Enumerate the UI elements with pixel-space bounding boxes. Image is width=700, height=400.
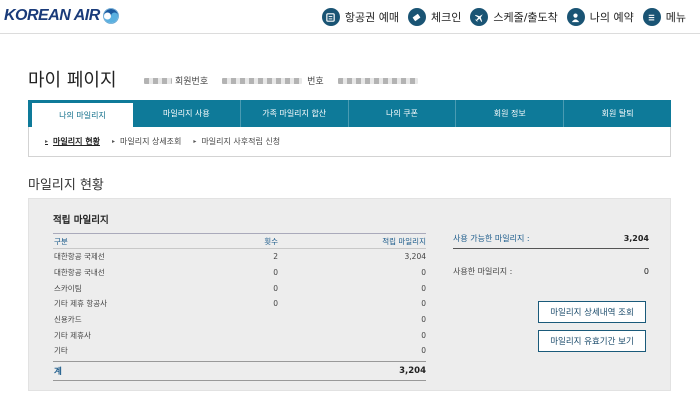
table-header: 구분 횟수 적립 마일리지 — [53, 233, 426, 249]
cell-mileage: 3,204 — [404, 252, 426, 262]
mileage-summary: 사용 가능한 마일리지 : 3,204 사용한 마일리지 : 0 — [453, 229, 649, 281]
table-total-row: 계 3,204 — [53, 360, 426, 381]
cell-category: 대한항공 국내선 — [54, 268, 105, 278]
nav-schedule[interactable]: 스케줄/출도착 — [470, 8, 558, 26]
redacted-member-no — [222, 77, 303, 84]
site-header: KOREAN AIR 항공권 예매 체크인 스케줄/출도착 나의 예약 메뉴 — [0, 0, 700, 34]
subtab-label: 마일리지 현황 — [53, 137, 100, 146]
nav-booking-label: 항공권 예매 — [344, 11, 399, 24]
cell-mileage: 0 — [421, 330, 426, 340]
cell-category: 기타 — [54, 346, 68, 356]
bullet-icon: ▸ — [111, 138, 115, 145]
cell-mileage: 0 — [421, 268, 426, 278]
tab-member-info[interactable]: 회원 정보 — [456, 100, 565, 127]
table-row: 기타 제휴사 0 — [53, 327, 426, 343]
mileage-validity-button[interactable]: 마일리지 유효기간 보기 — [538, 330, 646, 352]
number-label: 번호 — [307, 77, 324, 87]
cell-mileage: 0 — [421, 299, 426, 309]
cell-count: 0 — [273, 283, 278, 293]
korean-air-logo[interactable]: KOREAN AIR — [4, 6, 119, 26]
bullet-icon: ▸ — [193, 138, 197, 145]
subtab-mileage-detail[interactable]: ▸ 마일리지 상세조회 — [112, 136, 181, 147]
total-value: 3,204 — [399, 365, 426, 376]
top-navigation: 항공권 예매 체크인 스케줄/출도착 나의 예약 메뉴 — [313, 6, 686, 28]
redacted-name — [144, 77, 172, 84]
cell-category: 대한항공 국제선 — [54, 252, 105, 262]
table-row: 신용카드 0 — [53, 312, 426, 328]
col-count: 횟수 — [264, 236, 278, 246]
col-mileage: 적립 마일리지 — [382, 236, 426, 246]
tab-family-mileage[interactable]: 가족 마일리지 합산 — [241, 100, 349, 127]
taeguk-logo-icon — [102, 8, 119, 24]
nav-checkin-label: 체크인 — [430, 11, 462, 24]
member-info: 회원번호 번호 — [144, 74, 418, 87]
used-label: 사용한 마일리지 : — [453, 266, 513, 276]
nav-my-reservation[interactable]: 나의 예약 — [566, 8, 634, 26]
subtab-retro-claim[interactable]: ▸ 마일리지 사후적립 신청 — [193, 136, 280, 147]
bullet-icon: ▸ — [45, 138, 49, 145]
cell-category: 기타 제휴 항공사 — [54, 299, 108, 309]
col-category: 구분 — [54, 236, 68, 246]
used-mileage: 사용한 마일리지 : 0 — [453, 261, 649, 281]
nav-booking[interactable]: 항공권 예매 — [321, 8, 399, 26]
cell-category: 기타 제휴사 — [54, 330, 91, 340]
cell-mileage: 0 — [421, 315, 426, 325]
available-mileage: 사용 가능한 마일리지 : 3,204 — [453, 229, 649, 249]
tab-my-mileage[interactable]: 나의 마일리지 — [32, 103, 133, 127]
nav-my-reservation-label: 나의 예약 — [589, 11, 634, 24]
table-row: 대한항공 국제선 2 3,204 — [53, 249, 426, 265]
member-no-label: 회원번호 — [175, 77, 209, 87]
accrued-mileage-table: 구분 횟수 적립 마일리지 대한항공 국제선 2 3,204 대한항공 국내선 … — [53, 233, 426, 381]
cell-category: 신용카드 — [54, 315, 82, 325]
redacted-number — [337, 77, 418, 84]
table-row: 기타 제휴 항공사 0 0 — [53, 296, 426, 312]
person-icon — [566, 8, 585, 26]
mileage-subtabs: ▸ 마일리지 현황 ▸ 마일리지 상세조회 ▸ 마일리지 사후적립 신청 — [28, 127, 671, 157]
used-value: 0 — [643, 266, 649, 276]
table-row: 기타 0 — [53, 343, 426, 359]
logo-text: KOREAN AIR — [4, 7, 100, 24]
table-row: 스카이팀 0 0 — [53, 280, 426, 296]
page-title: 마이 페이지 — [28, 70, 117, 91]
mileage-panel: 적립 마일리지 구분 횟수 적립 마일리지 대한항공 국제선 2 3,204 대… — [28, 198, 671, 391]
total-label: 계 — [54, 366, 62, 377]
cell-mileage: 0 — [421, 346, 426, 356]
section-title: 마일리지 현황 — [28, 178, 104, 193]
tab-withdraw[interactable]: 회원 탈퇴 — [564, 100, 671, 127]
available-value: 3,204 — [623, 234, 649, 243]
cell-category: 스카이팀 — [54, 283, 82, 293]
subtab-label: 마일리지 상세조회 — [119, 137, 182, 146]
table-row: 대한항공 국내선 0 0 — [53, 265, 426, 281]
menu-icon — [642, 8, 661, 26]
subtab-mileage-status[interactable]: ▸ 마일리지 현황 — [45, 136, 100, 147]
nav-checkin[interactable]: 체크인 — [407, 8, 462, 26]
subtab-label: 마일리지 사후적립 신청 — [201, 137, 281, 146]
cell-count: 0 — [273, 268, 278, 278]
tab-my-coupons[interactable]: 나의 쿠폰 — [349, 100, 457, 127]
available-label: 사용 가능한 마일리지 : — [453, 234, 530, 243]
boarding-pass-icon — [407, 8, 426, 26]
cell-count: 2 — [273, 252, 278, 262]
nav-menu-label: 메뉴 — [665, 11, 686, 24]
nav-schedule-label: 스케줄/출도착 — [493, 11, 558, 24]
nav-menu[interactable]: 메뉴 — [642, 8, 686, 26]
cell-count: 0 — [273, 299, 278, 309]
cell-mileage: 0 — [421, 283, 426, 293]
mileage-detail-button[interactable]: 마일리지 상세내역 조회 — [538, 301, 646, 323]
mypage-tabs: 나의 마일리지 마일리지 사용 가족 마일리지 합산 나의 쿠폰 회원 정보 회… — [28, 100, 671, 127]
airplane-icon — [470, 8, 489, 26]
tab-mileage-use[interactable]: 마일리지 사용 — [133, 100, 241, 127]
accrued-mileage-title: 적립 마일리지 — [53, 215, 109, 226]
ticket-icon — [321, 8, 340, 26]
